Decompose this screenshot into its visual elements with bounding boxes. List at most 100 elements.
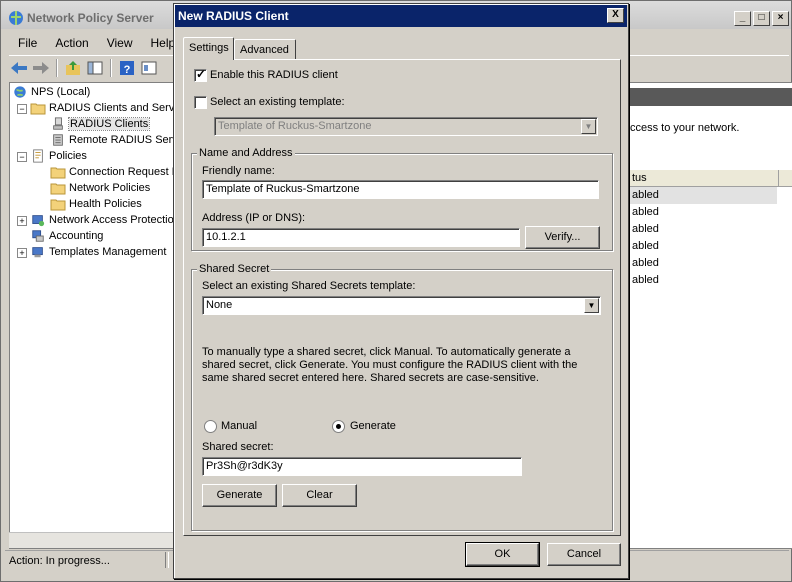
manual-radio[interactable] (204, 420, 217, 433)
tree-item-radius-clients[interactable]: RADIUS Clients (50, 116, 151, 132)
tree-item-policies[interactable]: Policies (30, 148, 87, 164)
tab-advanced[interactable]: Advanced (234, 39, 296, 59)
minimize-button[interactable]: _ (734, 11, 751, 26)
mmc-title: Network Policy Server (27, 11, 154, 25)
up-folder-button[interactable] (63, 58, 83, 78)
list-item[interactable]: abled (630, 221, 792, 238)
list-item[interactable]: abled (630, 238, 792, 255)
generate-button[interactable]: Generate (202, 484, 277, 507)
tree-item-radius-clients-and-servers[interactable]: RADIUS Clients and Servers (30, 100, 175, 116)
forward-arrow-icon (33, 62, 49, 74)
new-radius-client-dialog: New RADIUS Client X Settings Advanced ✓ … (173, 3, 629, 579)
status-text: Action: In progress... (9, 555, 110, 567)
maximize-button[interactable]: □ (753, 11, 770, 26)
help-button[interactable]: ? (117, 58, 137, 78)
properties-icon (141, 61, 157, 75)
collapse-toggle[interactable]: − (17, 152, 27, 162)
templates-icon (32, 247, 43, 258)
checkmark-icon: ✓ (196, 67, 207, 81)
generate-radio[interactable] (332, 420, 345, 433)
folder-icon (50, 199, 66, 211)
tree-item-remote-radius-server-groups[interactable]: Remote RADIUS Server Groups (50, 132, 175, 148)
results-pane: ccess to your network. tus abled abled a… (629, 82, 792, 549)
nps-app-icon (9, 11, 23, 25)
address-input[interactable]: 10.1.2.1 (202, 228, 520, 247)
toolbar-separator (56, 59, 58, 77)
list-item[interactable]: abled (630, 204, 792, 221)
secret-template-value: None (206, 299, 233, 311)
secret-instructions: To manually type a shared secret, click … (202, 346, 578, 384)
settings-panel: ✓ Enable this RADIUS client Select an ex… (183, 59, 621, 536)
tree-item-network-access-protection[interactable]: Network Access Protection (30, 212, 175, 228)
list-item[interactable]: abled (630, 255, 792, 272)
list-item[interactable]: abled (630, 272, 792, 289)
tree-item-accounting[interactable]: Accounting (30, 228, 103, 244)
verify-button[interactable]: Verify... (525, 226, 600, 249)
select-template-checkbox[interactable] (194, 96, 207, 109)
ok-button[interactable]: OK (465, 542, 540, 567)
dialog-titlebar: New RADIUS Client X (175, 5, 627, 27)
tree-item-network-policies[interactable]: Network Policies (50, 180, 150, 196)
tree-item-templates-management[interactable]: Templates Management (30, 244, 166, 260)
chevron-down-icon: ▼ (581, 119, 596, 134)
expand-toggle[interactable]: + (17, 248, 27, 258)
select-template-label: Select an existing template: (210, 96, 345, 108)
secret-template-label: Select an existing Shared Secrets templa… (202, 280, 416, 292)
clients-icon (53, 117, 63, 130)
results-description: ccess to your network. (630, 122, 740, 134)
status-column-header[interactable]: tus (630, 170, 779, 186)
enable-client-label: Enable this RADIUS client (210, 69, 338, 81)
svg-text:?: ? (124, 64, 131, 76)
back-arrow-icon (11, 62, 27, 74)
close-window-button[interactable]: × (772, 11, 789, 26)
tree-item-health-policies[interactable]: Health Policies (50, 196, 142, 212)
shared-secret-title: Shared Secret (197, 263, 272, 275)
show-hide-tree-button[interactable] (85, 58, 105, 78)
friendly-name-label: Friendly name: (202, 165, 275, 177)
close-icon[interactable]: X (607, 8, 624, 23)
tree-item-connection-request-policies[interactable]: Connection Request Policies (50, 164, 175, 180)
name-address-title: Name and Address (197, 147, 295, 159)
menu-file[interactable]: File (9, 34, 46, 52)
expand-toggle[interactable]: + (17, 216, 27, 226)
folder-icon (50, 167, 66, 179)
clear-button[interactable]: Clear (282, 484, 357, 507)
template-select-value: Template of Ruckus-Smartzone (218, 120, 372, 132)
collapse-toggle[interactable]: − (17, 104, 27, 114)
results-header-bar (630, 88, 792, 106)
forward-button[interactable] (31, 58, 51, 78)
template-select[interactable]: Template of Ruckus-Smartzone ▼ (214, 117, 598, 136)
shared-secret-input[interactable]: Pr3Sh@r3dK3y (202, 457, 522, 476)
tab-settings[interactable]: Settings (183, 37, 234, 60)
radio-selected-dot (336, 424, 341, 429)
friendly-name-input[interactable]: Template of Ruckus-Smartzone (202, 180, 599, 199)
column-header[interactable]: tus (630, 170, 792, 187)
server-group-icon (53, 134, 63, 146)
cancel-button[interactable]: Cancel (547, 543, 621, 566)
toolbar-separator (110, 59, 112, 77)
address-label: Address (IP or DNS): (202, 212, 306, 224)
list-item[interactable]: abled (630, 187, 777, 204)
policies-icon (33, 149, 43, 163)
back-button[interactable] (9, 58, 29, 78)
tree-horizontal-scrollbar[interactable] (9, 532, 174, 548)
console-tree: NPS (Local) − RADIUS Clients and Servers… (9, 82, 176, 549)
menu-action[interactable]: Action (46, 34, 97, 52)
shared-secret-group: Shared Secret Select an existing Shared … (191, 263, 613, 531)
manual-label: Manual (221, 420, 258, 432)
tree-item-nps-local[interactable]: NPS (Local) (12, 84, 90, 100)
enable-client-checkbox[interactable]: ✓ (194, 67, 207, 82)
up-folder-icon (66, 61, 80, 75)
dialog-title: New RADIUS Client (178, 9, 289, 23)
clients-list: abled abled abled abled abled abled (630, 187, 792, 289)
generate-label: Generate (350, 420, 396, 432)
shared-secret-label: Shared secret: (202, 441, 274, 453)
chevron-down-icon: ▼ (584, 298, 599, 313)
name-address-group: Name and Address Friendly name: Template… (191, 147, 613, 251)
properties-button[interactable] (139, 58, 159, 78)
secret-template-select[interactable]: None ▼ (202, 296, 601, 315)
globe-icon (14, 86, 26, 98)
menu-view[interactable]: View (98, 34, 142, 52)
accounting-icon (32, 230, 44, 242)
help-icon: ? (120, 61, 134, 76)
